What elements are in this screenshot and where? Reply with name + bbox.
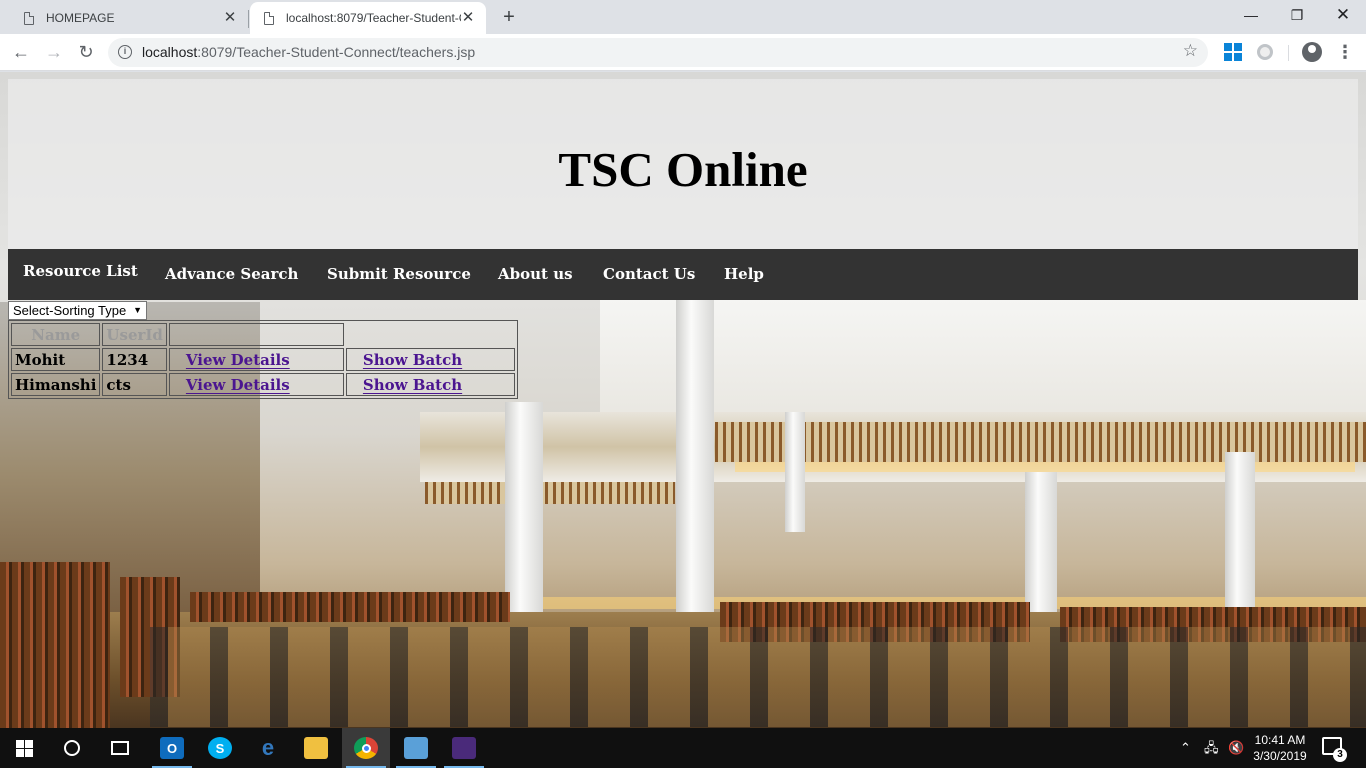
chrome-icon: [354, 737, 378, 759]
batch-cell: Show Batch: [345, 373, 515, 396]
clock-time: 10:41 AM: [1254, 733, 1306, 747]
tab-title: HOMEPAGE: [46, 11, 115, 25]
control-panel-taskbar-app[interactable]: [392, 728, 440, 768]
tab-homepage[interactable]: HOMEPAGE ✕: [8, 2, 248, 34]
address-bar[interactable]: i localhost:8079/Teacher-Student-Connect…: [108, 38, 1208, 67]
column-header-batch: [346, 323, 515, 346]
nav-resource-list[interactable]: Resource List: [23, 246, 138, 297]
close-icon[interactable]: ✕: [220, 8, 240, 28]
windows-extension-icon[interactable]: [1224, 43, 1242, 61]
table-header-row: Name UserId: [11, 323, 515, 346]
search-icon: [64, 740, 80, 756]
eclipse-icon: [452, 737, 476, 759]
skype-icon: S: [208, 737, 232, 759]
url-host: localhost: [142, 44, 198, 60]
system-clock[interactable]: 10:41 AM 3/30/2019: [1250, 732, 1310, 764]
new-tab-icon[interactable]: +: [497, 5, 521, 29]
chrome-taskbar-app[interactable]: [342, 728, 390, 768]
sorting-type-select[interactable]: Select-Sorting Type ▼: [8, 301, 147, 320]
details-cell: View Details: [168, 348, 344, 371]
table-row: Mohit 1234 View Details Show Batch: [11, 348, 515, 371]
web-page: TSC Online Resource List Advance Search …: [0, 72, 1366, 728]
teacher-name: Mohit: [11, 348, 101, 371]
profile-icon[interactable]: [1302, 42, 1322, 62]
table-row: Himanshi cts View Details Show Batch: [11, 373, 515, 396]
header-banner: TSC Online: [8, 79, 1358, 249]
view-details-link[interactable]: View Details: [186, 351, 308, 369]
site-title: TSC Online: [558, 142, 808, 197]
forward-icon[interactable]: →: [40, 38, 68, 66]
bookmark-star-icon[interactable]: ☆: [1183, 41, 1198, 61]
teacher-name: Himanshi: [11, 373, 101, 396]
nav-about-us[interactable]: About us: [498, 249, 573, 300]
volume-muted-icon[interactable]: 🔇: [1228, 728, 1244, 768]
column-header-name: Name: [11, 323, 101, 346]
page-icon: [24, 11, 34, 25]
start-button[interactable]: [0, 728, 48, 768]
edge-icon: e: [261, 735, 275, 760]
menu-dots-icon[interactable]: ⋮: [1336, 38, 1354, 66]
details-cell: View Details: [168, 373, 344, 396]
outlook-taskbar-app[interactable]: O: [148, 728, 196, 768]
minimize-icon[interactable]: —: [1228, 0, 1274, 30]
dropdown-arrow-icon: ▼: [133, 305, 142, 315]
nav-submit-resource[interactable]: Submit Resource: [327, 249, 471, 300]
teacher-userid: 1234: [102, 348, 167, 371]
windows-logo-icon: [15, 739, 33, 757]
nav-contact-us[interactable]: Contact Us: [603, 249, 695, 300]
close-window-icon[interactable]: ✕: [1320, 0, 1366, 30]
show-batch-link[interactable]: Show Batch: [363, 351, 480, 369]
column-header-details: [168, 323, 344, 346]
page-icon: [264, 11, 274, 25]
nav-advance-search[interactable]: Advance Search: [165, 249, 298, 300]
tab-title: localhost:8079/Teacher-Student-C: [286, 11, 461, 25]
skype-taskbar-app[interactable]: S: [196, 728, 244, 768]
extension-circle-icon[interactable]: [1257, 44, 1273, 60]
nav-help[interactable]: Help: [724, 249, 764, 300]
restore-icon[interactable]: ❐: [1274, 0, 1320, 30]
control-panel-icon: [404, 737, 428, 759]
show-hidden-icons-chevron-icon[interactable]: ⌃: [1180, 728, 1191, 768]
info-icon[interactable]: i: [118, 45, 132, 59]
browser-toolbar: ← → ↻ i localhost:8079/Teacher-Student-C…: [0, 34, 1366, 71]
show-batch-link[interactable]: Show Batch: [363, 376, 480, 394]
reload-icon[interactable]: ↻: [72, 38, 100, 66]
tab-teachers[interactable]: localhost:8079/Teacher-Student-C ✕: [250, 2, 486, 34]
tab-strip: HOMEPAGE ✕ localhost:8079/Teacher-Studen…: [0, 0, 1366, 34]
eclipse-taskbar-app[interactable]: [440, 728, 488, 768]
batch-cell: Show Batch: [345, 348, 515, 371]
url-path: :8079/Teacher-Student-Connect/teachers.j…: [197, 44, 476, 60]
toolbar-divider: [1288, 45, 1289, 61]
notification-badge: 3: [1333, 748, 1347, 762]
search-button[interactable]: [48, 728, 96, 768]
main-nav: Resource List Advance Search Submit Reso…: [8, 249, 1358, 300]
url-text[interactable]: localhost:8079/Teacher-Student-Connect/t…: [142, 44, 475, 60]
teacher-userid: cts: [102, 373, 167, 396]
task-view-icon: [111, 741, 129, 755]
outlook-icon: O: [160, 737, 184, 759]
view-details-link[interactable]: View Details: [186, 376, 308, 394]
sorting-type-value: Select-Sorting Type: [13, 303, 127, 318]
teachers-table: Name UserId Mohit 1234 View Details Show…: [8, 320, 518, 399]
file-explorer-taskbar-app[interactable]: [292, 728, 340, 768]
folder-icon: [304, 737, 328, 759]
tab-separator: [248, 10, 249, 28]
back-icon[interactable]: ←: [7, 38, 35, 66]
close-icon[interactable]: ✕: [458, 8, 478, 28]
task-view-button[interactable]: [96, 728, 144, 768]
clock-date: 3/30/2019: [1253, 749, 1307, 763]
windows-taskbar: O S e ⌃ 🖧 🔇 10:41 AM 3/30/2019 3: [0, 728, 1366, 768]
network-icon[interactable]: 🖧: [1204, 728, 1219, 768]
edge-taskbar-app[interactable]: e: [244, 728, 292, 768]
column-header-userid: UserId: [102, 323, 167, 346]
